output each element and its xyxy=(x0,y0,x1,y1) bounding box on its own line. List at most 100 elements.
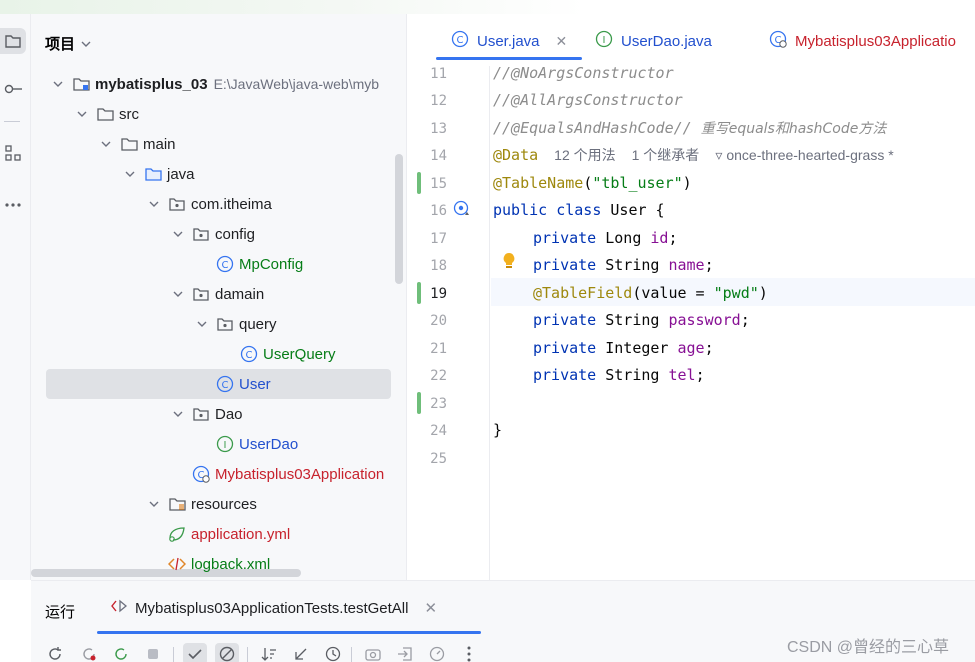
expand-arrow-icon[interactable] xyxy=(122,166,138,182)
xml-icon xyxy=(168,555,186,573)
project-tool-icon[interactable] xyxy=(0,28,26,54)
code-line: @TableName("tbl_user") xyxy=(493,172,692,194)
tree-item-class-userquery[interactable]: C UserQuery xyxy=(46,339,406,369)
tree-item-spring-app[interactable]: C Mybatisplus03Application xyxy=(46,459,406,489)
tree-item-package-com-itheima[interactable]: com.itheima xyxy=(46,189,406,219)
expand-arrow-icon[interactable] xyxy=(98,136,114,152)
stop-icon[interactable] xyxy=(141,643,165,662)
vcs-change-marker[interactable] xyxy=(417,392,421,414)
tree-item-package-damain[interactable]: damain xyxy=(46,279,406,309)
code-field: id xyxy=(650,229,669,247)
module-folder-icon xyxy=(72,75,90,93)
chevron-down-icon[interactable] xyxy=(81,36,91,50)
tab-userdao-java[interactable]: I UserDao.java xyxy=(595,29,712,53)
code-keyword: private xyxy=(533,366,597,384)
tab-label: Mybatisplus03Applicatio xyxy=(795,32,956,50)
expand-arrow-icon[interactable] xyxy=(146,196,162,212)
tree-item-interface-userdao[interactable]: I UserDao xyxy=(46,429,406,459)
package-icon xyxy=(216,315,234,333)
active-run-tab-indicator xyxy=(97,631,481,634)
code-line: } xyxy=(493,419,502,441)
code-field: tel xyxy=(668,366,696,384)
sort-icon[interactable] xyxy=(257,643,281,662)
code-comment: //@AllArgsConstructor xyxy=(493,91,683,109)
svg-text:C: C xyxy=(222,260,229,271)
line-number: 25 xyxy=(430,451,447,467)
code-annotation: @TableName xyxy=(493,174,584,192)
tree-vertical-scrollbar[interactable] xyxy=(395,154,403,284)
line-number: 15 xyxy=(430,176,447,192)
inheritors-inlay-hint[interactable]: 1 个继承者 xyxy=(632,147,700,163)
tree-item-label: main xyxy=(143,135,176,153)
expand-arrow-icon[interactable] xyxy=(50,76,66,92)
tab-user-java[interactable]: C User.java ✕ xyxy=(451,29,567,53)
usages-inlay-hint[interactable]: 12 个用法 xyxy=(554,147,615,163)
import-icon[interactable] xyxy=(393,643,417,662)
expand-arrow-icon[interactable] xyxy=(146,496,162,512)
vcs-change-marker[interactable] xyxy=(417,282,421,304)
tree-item-yml[interactable]: application.yml xyxy=(46,519,406,549)
line-number: 21 xyxy=(430,341,447,357)
code-line: //@NoArgsConstructor xyxy=(493,62,674,84)
author-inlay-hint[interactable]: once-three-hearted-grass * xyxy=(726,147,893,163)
tree-item-package-dao[interactable]: Dao xyxy=(46,399,406,429)
tree-item-label: java xyxy=(167,165,195,183)
code-line: @Data 12 个用法 1 个继承者 ▿ once-three-hearted-gra… xyxy=(493,144,894,166)
structure-tool-icon[interactable] xyxy=(0,140,26,166)
tree-item-class-user[interactable]: C User xyxy=(46,369,406,399)
tree-item-package-query[interactable]: query xyxy=(46,309,406,339)
code-keyword: private xyxy=(533,311,597,329)
more-options-icon[interactable] xyxy=(457,643,481,662)
tree-item-package-config[interactable]: config xyxy=(46,219,406,249)
tree-item-src[interactable]: src xyxy=(46,99,406,129)
code-annotation: @Data xyxy=(493,146,539,164)
code-line: //@AllArgsConstructor xyxy=(493,89,683,111)
tree-item-label: src xyxy=(119,105,139,123)
editor-tabs: C User.java ✕ I UserDao.java C Mybatispl… xyxy=(407,14,975,66)
collapse-icon[interactable] xyxy=(289,643,313,662)
line-number: 12 xyxy=(430,93,447,109)
tree-item-class-mpconfig[interactable]: C MpConfig xyxy=(46,249,406,279)
coverage-icon[interactable] xyxy=(425,643,449,662)
line-number: 19 xyxy=(430,286,447,302)
package-icon xyxy=(192,225,210,243)
commit-tool-icon[interactable] xyxy=(0,76,26,102)
code-field: password xyxy=(668,311,741,329)
expand-arrow-icon[interactable] xyxy=(74,106,90,122)
expand-arrow-icon[interactable] xyxy=(194,316,210,332)
code-punct: ) xyxy=(758,284,768,302)
author-icon: ▿ xyxy=(715,147,723,163)
expand-arrow-icon[interactable] xyxy=(170,286,186,302)
watermark: CSDN @曾经的三心草 xyxy=(787,639,950,656)
run-tab-label: Mybatisplus03ApplicationTests.testGetAll xyxy=(135,599,409,617)
code-type: String xyxy=(596,366,669,384)
tree-item-main[interactable]: main xyxy=(46,129,406,159)
spring-app-icon: C xyxy=(192,465,210,483)
rerun-failed-icon[interactable] xyxy=(77,643,101,662)
svg-text:C: C xyxy=(222,380,229,391)
toggle-auto-test-icon[interactable] xyxy=(109,643,133,662)
code-line: private String name; xyxy=(533,254,714,276)
run-tab[interactable]: Mybatisplus03ApplicationTests.testGetAll… xyxy=(111,599,437,617)
tree-item-java[interactable]: java xyxy=(46,159,406,189)
project-panel-header[interactable]: 项目 xyxy=(45,32,91,54)
close-icon[interactable]: ✕ xyxy=(424,599,437,617)
code-punct: ; xyxy=(695,366,705,384)
code-line: private String password; xyxy=(533,309,750,331)
expand-arrow-icon[interactable] xyxy=(170,226,186,242)
rerun-icon[interactable] xyxy=(43,643,67,662)
line-number: 23 xyxy=(430,396,447,412)
history-icon[interactable] xyxy=(321,643,345,662)
tree-item-module[interactable]: mybatisplus_03 E:\JavaWeb\java-web\myb xyxy=(46,69,406,99)
vcs-change-marker[interactable] xyxy=(417,172,421,194)
more-tools-icon[interactable] xyxy=(0,192,26,218)
expand-arrow-icon[interactable] xyxy=(170,406,186,422)
implemented-gutter-icon[interactable] xyxy=(453,200,471,223)
close-icon[interactable]: ✕ xyxy=(556,33,568,50)
lightbulb-icon[interactable] xyxy=(502,252,516,275)
tab-application-java[interactable]: C Mybatisplus03Applicatio xyxy=(769,29,956,53)
show-ignored-icon[interactable] xyxy=(215,643,239,662)
tree-item-resources[interactable]: resources xyxy=(46,489,406,519)
show-passed-icon[interactable] xyxy=(183,643,207,662)
camera-icon[interactable] xyxy=(361,643,385,662)
